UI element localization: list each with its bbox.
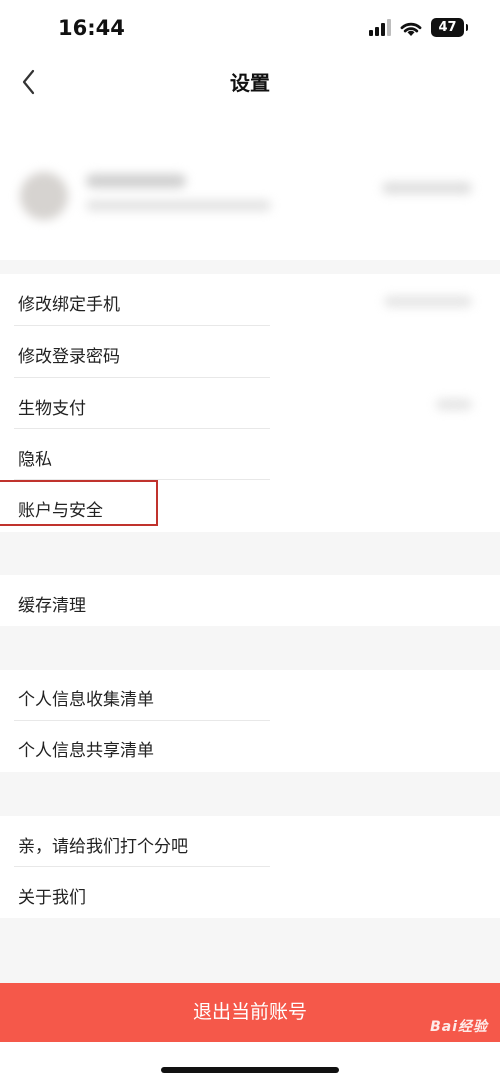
bottom-safe-area xyxy=(0,1042,500,1082)
row-label: 亲，请给我们打个分吧 xyxy=(18,837,188,857)
cache-settings-group: 缓存清理 xyxy=(0,575,500,626)
blurred-row-value xyxy=(436,399,472,410)
row-label: 个人信息收集清单 xyxy=(18,690,154,710)
settings-row-account-security[interactable]: 账户与安全 xyxy=(0,480,500,532)
settings-row-info-sharing-list[interactable]: 个人信息共享清单 xyxy=(0,721,500,772)
settings-row-privacy[interactable]: 隐私 xyxy=(0,429,500,480)
about-group: 亲，请给我们打个分吧 关于我们 xyxy=(0,816,500,918)
row-label: 修改登录密码 xyxy=(18,347,120,367)
row-label: 隐私 xyxy=(18,450,52,470)
settings-row-clear-cache[interactable]: 缓存清理 xyxy=(0,575,500,626)
blurred-profile-value xyxy=(382,182,472,194)
status-bar: 16:44 47 xyxy=(0,0,500,60)
profile-card[interactable] xyxy=(0,110,500,260)
wifi-icon xyxy=(400,22,422,36)
page-title: 设置 xyxy=(230,71,270,95)
blurred-row-value xyxy=(384,296,472,307)
avatar xyxy=(20,172,68,220)
account-settings-group: 修改绑定手机 修改登录密码 生物支付 隐私 账户与安全 xyxy=(0,274,500,532)
cellular-signal-icon xyxy=(369,19,391,36)
status-icons: 47 xyxy=(369,18,468,37)
row-label: 关于我们 xyxy=(18,888,86,908)
logout-button[interactable]: 退出当前账号 xyxy=(0,983,500,1042)
battery-icon: 47 xyxy=(431,18,468,37)
status-time: 16:44 xyxy=(58,16,125,40)
row-label: 修改绑定手机 xyxy=(18,295,120,315)
settings-row-about-us[interactable]: 关于我们 xyxy=(0,867,500,918)
row-label: 账户与安全 xyxy=(18,501,103,521)
nav-bar: 设置 xyxy=(0,60,500,110)
privacy-list-group: 个人信息收集清单 个人信息共享清单 xyxy=(0,670,500,772)
blurred-user-subtitle xyxy=(86,200,271,211)
row-label: 生物支付 xyxy=(18,399,86,419)
settings-row-info-collection-list[interactable]: 个人信息收集清单 xyxy=(0,670,500,721)
watermark-logo: Bai经验 xyxy=(430,1019,488,1035)
settings-row-biometric-pay[interactable]: 生物支付 xyxy=(0,378,500,429)
settings-row-rate-us[interactable]: 亲，请给我们打个分吧 xyxy=(0,816,500,867)
row-label: 缓存清理 xyxy=(18,596,86,616)
blurred-user-name xyxy=(86,174,186,188)
home-indicator[interactable] xyxy=(161,1067,339,1073)
row-label: 个人信息共享清单 xyxy=(18,741,154,761)
settings-row-change-password[interactable]: 修改登录密码 xyxy=(0,326,500,378)
settings-row-change-phone[interactable]: 修改绑定手机 xyxy=(0,274,500,326)
